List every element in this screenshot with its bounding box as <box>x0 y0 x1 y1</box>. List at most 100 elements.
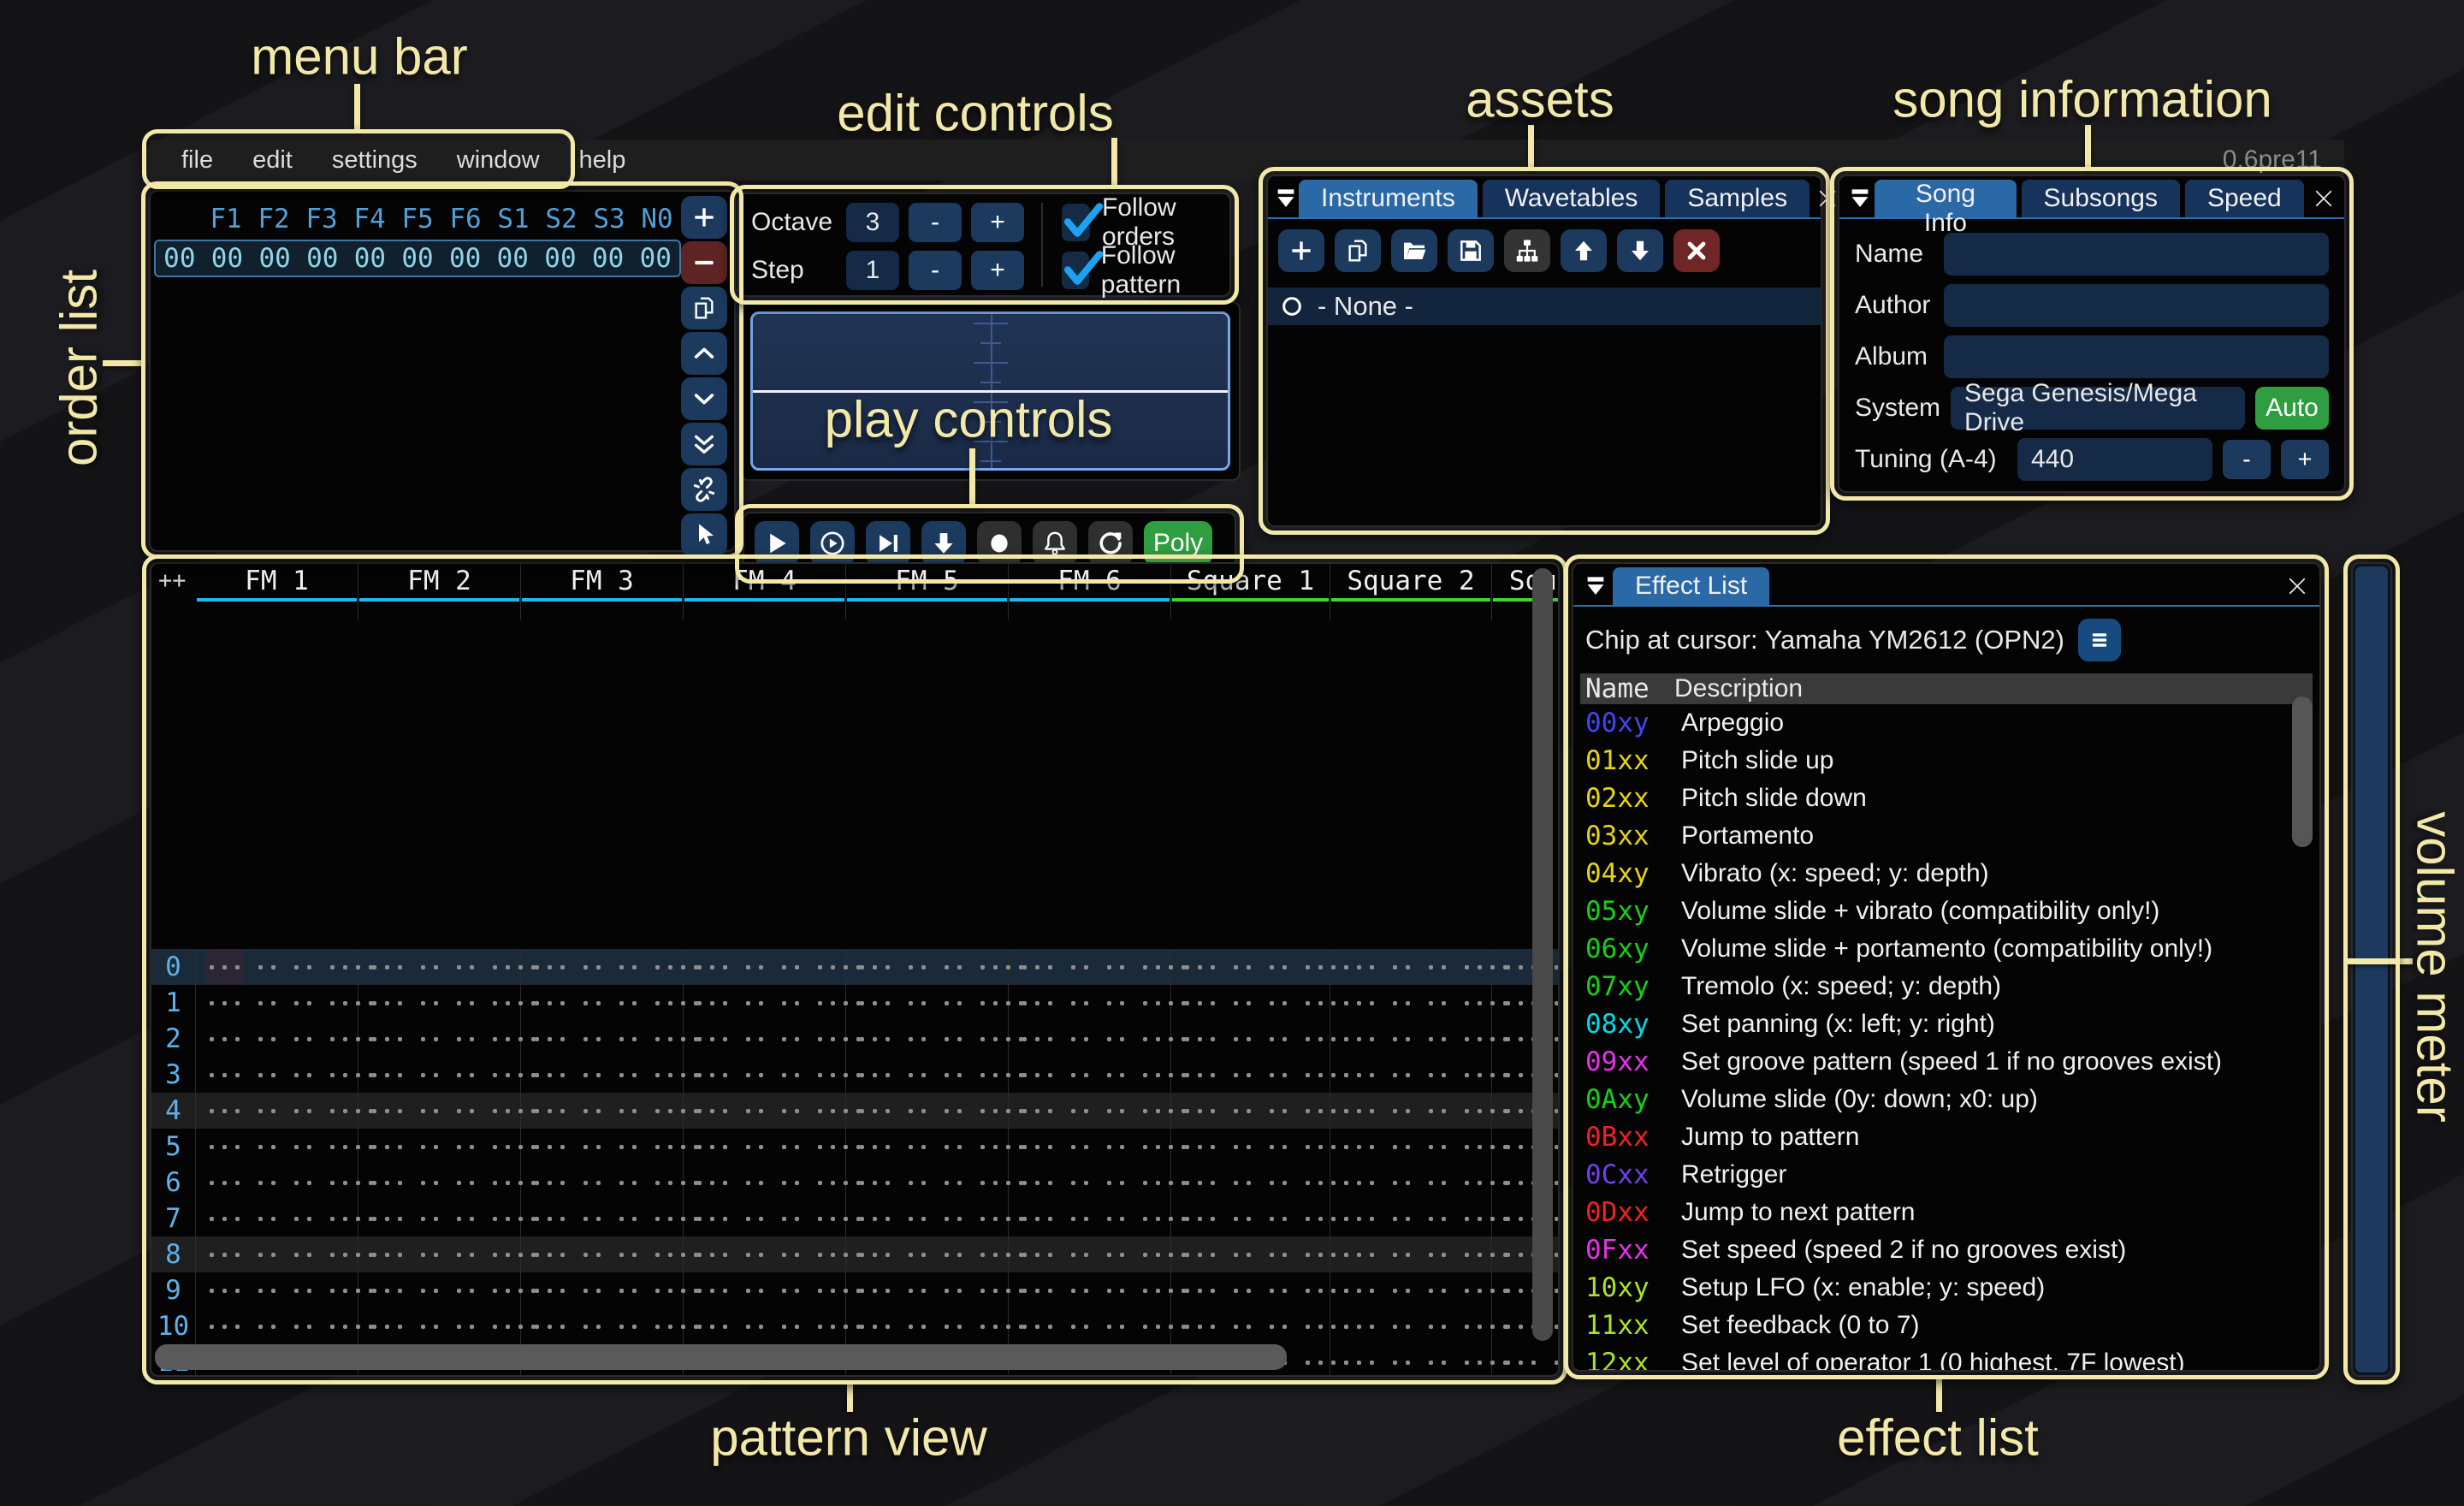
pattern-cell[interactable] <box>196 1093 358 1129</box>
pattern-cell[interactable] <box>684 1093 846 1129</box>
menu-item[interactable]: window <box>437 146 560 175</box>
pattern-cell[interactable] <box>846 1093 1009 1129</box>
pattern-cell[interactable] <box>1171 1201 1330 1236</box>
pattern-row[interactable]: 8 <box>151 1236 1558 1272</box>
pattern-cell[interactable] <box>196 1272 358 1308</box>
channel-name[interactable]: Square 2 <box>1330 564 1491 598</box>
assets-tab[interactable]: Samples <box>1665 180 1810 217</box>
pattern-cell[interactable] <box>521 1165 684 1201</box>
order-cell[interactable]: 00 <box>536 243 584 274</box>
pattern-cell[interactable] <box>1009 1057 1171 1093</box>
pattern-cell[interactable] <box>196 1129 358 1165</box>
order-cell[interactable]: 00 <box>346 243 394 274</box>
channel-name[interactable]: FM 1 <box>196 564 358 598</box>
song-info-tab[interactable]: Speed <box>2185 180 2304 217</box>
pattern-cell[interactable] <box>1330 1021 1492 1057</box>
repeat-icon[interactable] <box>1088 521 1133 566</box>
pattern-cell[interactable] <box>196 1201 358 1236</box>
instrument-list-item[interactable]: - None - <box>1268 288 1821 325</box>
order-cell[interactable]: 00 <box>489 243 536 274</box>
author-input[interactable] <box>1944 284 2329 327</box>
tuning-input[interactable]: 440 <box>2017 438 2212 481</box>
step-increment-button[interactable]: + <box>971 251 1024 290</box>
pattern-cell[interactable] <box>684 1129 846 1165</box>
folder-open-icon[interactable] <box>1391 229 1437 272</box>
assets-tab[interactable]: Wavetables <box>1483 180 1661 217</box>
menu-item[interactable]: edit <box>233 146 312 175</box>
pattern-cell[interactable] <box>1171 1057 1330 1093</box>
order-row[interactable]: 00 00000000000000000000 <box>154 240 681 277</box>
pattern-cell[interactable] <box>1009 1165 1171 1201</box>
pattern-cell[interactable] <box>521 1201 684 1236</box>
pattern-cell[interactable] <box>1171 949 1330 985</box>
duplicate-icon[interactable] <box>1335 229 1381 272</box>
play-icon[interactable] <box>755 521 799 566</box>
pattern-cell[interactable] <box>846 1129 1009 1165</box>
pattern-cell[interactable] <box>1009 949 1171 985</box>
auto-button[interactable]: Auto <box>2255 387 2329 430</box>
pattern-cell[interactable] <box>684 1308 846 1344</box>
name-input[interactable] <box>1944 233 2329 276</box>
effect-row[interactable]: 12xx Set level of operator 1 (0 highest,… <box>1573 1344 2319 1372</box>
pattern-cell[interactable] <box>846 1308 1009 1344</box>
order-cell[interactable]: 00 <box>251 243 299 274</box>
close-icon[interactable] <box>2280 567 2314 605</box>
pattern-row[interactable]: 1 <box>151 985 1558 1021</box>
effect-row[interactable]: 10xy Setup LFO (x: enable; y: speed) <box>1573 1269 2319 1307</box>
poly-button[interactable]: Poly <box>1144 521 1212 566</box>
menu-item[interactable]: settings <box>312 146 437 175</box>
close-icon[interactable] <box>1815 180 1840 217</box>
pattern-cell[interactable] <box>1009 1201 1171 1236</box>
pattern-cell[interactable] <box>846 1201 1009 1236</box>
pattern-cell[interactable] <box>684 1165 846 1201</box>
effect-row[interactable]: 02xx Pitch slide down <box>1573 780 2319 817</box>
delete-x-icon[interactable] <box>1673 229 1720 272</box>
pattern-cell[interactable] <box>1171 1093 1330 1129</box>
pattern-cell[interactable] <box>521 1308 684 1344</box>
step-decrement-button[interactable]: - <box>909 251 962 290</box>
pattern-row[interactable]: 5 <box>151 1129 1558 1165</box>
pattern-cell[interactable] <box>1009 1129 1171 1165</box>
pattern-cell[interactable] <box>1492 1344 1560 1377</box>
channel-header[interactable]: FM 1 <box>196 564 358 620</box>
effect-table-header[interactable]: Name Description <box>1580 673 2313 704</box>
effect-row[interactable]: 04xy Vibrato (x: speed; y: depth) <box>1573 855 2319 892</box>
pattern-cell[interactable] <box>846 1165 1009 1201</box>
pattern-cell[interactable] <box>1330 1057 1492 1093</box>
effect-list-scrollbar[interactable] <box>2292 697 2313 847</box>
pattern-cell[interactable] <box>1171 1021 1330 1057</box>
pattern-cell[interactable] <box>1330 1308 1492 1344</box>
pattern-cell[interactable] <box>1009 1272 1171 1308</box>
order-cell[interactable]: 00 <box>441 243 489 274</box>
arrow-down-icon[interactable] <box>1617 229 1663 272</box>
save-icon[interactable] <box>1448 229 1494 272</box>
pattern-cell[interactable] <box>358 1165 521 1201</box>
collapse-caret-icon[interactable] <box>1578 567 1613 605</box>
effect-row[interactable]: 0Axy Volume slide (0y: down; x0: up) <box>1573 1081 2319 1118</box>
pattern-cell[interactable] <box>1330 985 1492 1021</box>
order-cell[interactable]: 00 <box>299 243 346 274</box>
pattern-cell[interactable] <box>196 949 358 985</box>
pattern-cell[interactable] <box>521 1057 684 1093</box>
effect-row[interactable]: 0Cxx Retrigger <box>1573 1156 2319 1194</box>
pattern-cell[interactable] <box>521 1021 684 1057</box>
expand-columns-button[interactable]: ++ <box>158 567 187 594</box>
pattern-cell[interactable] <box>1171 1129 1330 1165</box>
pattern-cell[interactable] <box>196 985 358 1021</box>
channel-name[interactable]: FM 4 <box>684 564 845 598</box>
effect-row[interactable]: 07xy Tremolo (x: speed; y: depth) <box>1573 968 2319 1005</box>
tree-icon[interactable] <box>1504 229 1550 272</box>
arrow-down-icon[interactable] <box>921 521 966 566</box>
pattern-cell[interactable] <box>358 1093 521 1129</box>
order-cell[interactable]: 00 <box>584 243 632 274</box>
pattern-cell[interactable] <box>684 985 846 1021</box>
pattern-cell[interactable] <box>1330 1201 1492 1236</box>
order-cell[interactable]: 00 <box>631 243 679 274</box>
pattern-cell[interactable] <box>1171 1308 1330 1344</box>
octave-decrement-button[interactable]: - <box>909 203 962 242</box>
pattern-cell[interactable] <box>358 1308 521 1344</box>
effect-row[interactable]: 00xy Arpeggio <box>1573 704 2319 742</box>
pattern-cell[interactable] <box>846 1057 1009 1093</box>
effect-row[interactable]: 09xx Set groove pattern (speed 1 if no g… <box>1573 1043 2319 1081</box>
pattern-cell[interactable] <box>1171 1272 1330 1308</box>
